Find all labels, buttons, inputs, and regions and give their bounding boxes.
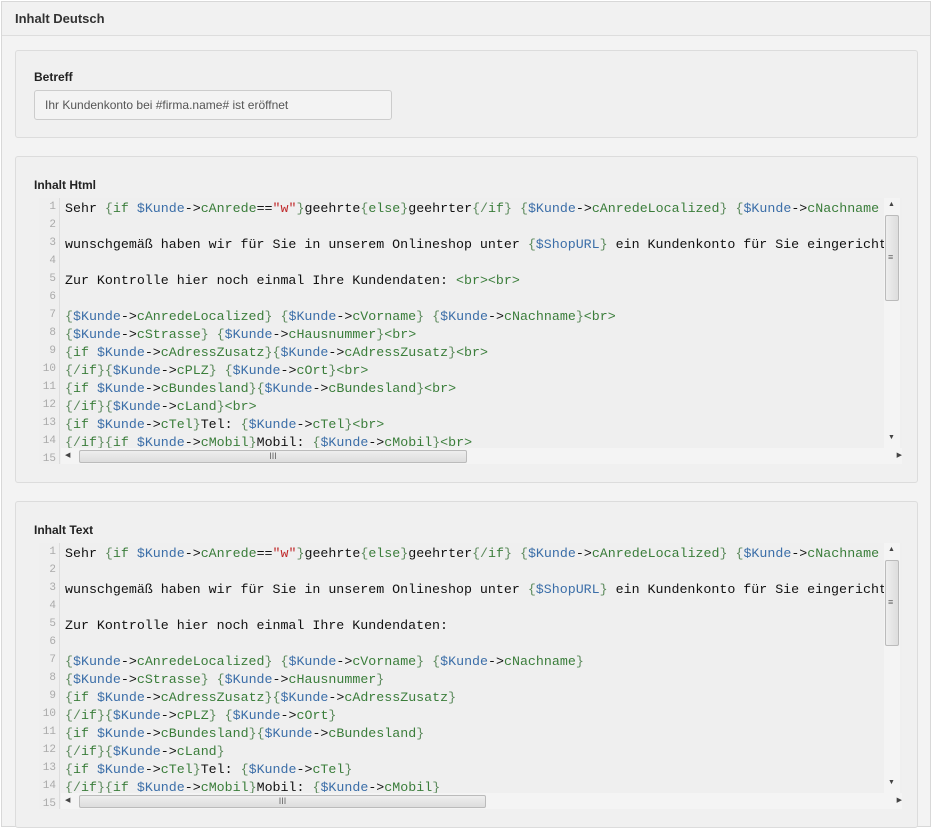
html-content-panel: Inhalt Html 123456789101112131415 Sehr {… (15, 156, 918, 483)
line-number: 7 (39, 651, 59, 669)
code-line: wunschgemäß haben wir für Sie in unserem… (65, 236, 884, 254)
text-content-label: Inhalt Text (34, 523, 93, 537)
code-line (65, 635, 884, 653)
line-number: 4 (39, 597, 59, 615)
line-number: 12 (39, 741, 59, 759)
vertical-scrollbar[interactable]: ▲ ≡ ▼ (884, 198, 900, 448)
vertical-scroll-thumb[interactable]: ≡ (885, 215, 899, 301)
line-number: 5 (39, 270, 59, 288)
line-number: 12 (39, 396, 59, 414)
line-number: 1 (39, 198, 59, 216)
line-number: 6 (39, 288, 59, 306)
code-line: Zur Kontrolle hier noch einmal Ihre Kund… (65, 272, 884, 290)
code-line: {/if}{$Kunde->cLand} (65, 743, 884, 761)
line-number: 14 (39, 432, 59, 450)
line-number: 5 (39, 615, 59, 633)
section-title: Inhalt Deutsch (2, 2, 930, 36)
line-number: 2 (39, 561, 59, 579)
line-number: 8 (39, 324, 59, 342)
grip-icon: III (279, 796, 287, 806)
grip-icon: ≡ (888, 252, 893, 262)
code-line: Sehr {if $Kunde->cAnrede=="w"}geehrte{el… (65, 545, 884, 563)
horizontal-scrollbar[interactable]: ◀ III ▶ (61, 793, 902, 809)
code-line: {if $Kunde->cBundesland}{$Kunde->cBundes… (65, 380, 884, 398)
code-line: {$Kunde->cAnredeLocalized} {$Kunde->cVor… (65, 653, 884, 671)
code-line: {if $Kunde->cAdressZusatz}{$Kunde->cAdre… (65, 344, 884, 362)
code-line: {/if}{$Kunde->cPLZ} {$Kunde->cOrt}<br> (65, 362, 884, 380)
code-line (65, 290, 884, 308)
code-line (65, 599, 884, 617)
text-content-panel: Inhalt Text 123456789101112131415 Sehr {… (15, 501, 918, 828)
code-line: {if $Kunde->cBundesland}{$Kunde->cBundes… (65, 725, 884, 743)
html-code-editor[interactable]: 123456789101112131415 Sehr {if $Kunde->c… (39, 198, 902, 464)
subject-input[interactable]: Ihr Kundenkonto bei #firma.name# ist erö… (34, 90, 392, 120)
code-line: {/if}{$Kunde->cPLZ} {$Kunde->cOrt} (65, 707, 884, 725)
code-line (65, 563, 884, 581)
line-number: 6 (39, 633, 59, 651)
vertical-scrollbar[interactable]: ▲ ≡ ▼ (884, 543, 900, 793)
scroll-right-icon[interactable]: ▶ (897, 796, 902, 804)
subject-label: Betreff (34, 70, 73, 84)
grip-icon: III (269, 451, 277, 461)
line-number: 3 (39, 234, 59, 252)
subject-panel: Betreff Ihr Kundenkonto bei #firma.name#… (15, 50, 918, 138)
text-code-editor[interactable]: 123456789101112131415 Sehr {if $Kunde->c… (39, 543, 902, 809)
line-number: 3 (39, 579, 59, 597)
horizontal-scrollbar[interactable]: ◀ III ▶ (61, 448, 902, 464)
code-line: {if $Kunde->cAdressZusatz}{$Kunde->cAdre… (65, 689, 884, 707)
line-number: 1 (39, 543, 59, 561)
line-number: 13 (39, 414, 59, 432)
line-number: 15 (39, 450, 59, 464)
scroll-down-icon[interactable]: ▼ (888, 779, 895, 786)
scroll-down-icon[interactable]: ▼ (888, 434, 895, 441)
scroll-up-icon[interactable]: ▲ (888, 546, 895, 553)
line-number-gutter: 123456789101112131415 (39, 198, 60, 464)
code-area[interactable]: Sehr {if $Kunde->cAnrede=="w"}geehrte{el… (65, 200, 884, 460)
line-number: 10 (39, 705, 59, 723)
horizontal-scroll-thumb[interactable]: III (79, 450, 467, 463)
scroll-right-icon[interactable]: ▶ (897, 451, 902, 459)
line-number: 13 (39, 759, 59, 777)
code-line: {$Kunde->cStrasse} {$Kunde->cHausnummer}… (65, 326, 884, 344)
line-number: 11 (39, 723, 59, 741)
line-number: 4 (39, 252, 59, 270)
code-line: wunschgemäß haben wir für Sie in unserem… (65, 581, 884, 599)
code-line: {$Kunde->cStrasse} {$Kunde->cHausnummer} (65, 671, 884, 689)
scroll-up-icon[interactable]: ▲ (888, 201, 895, 208)
horizontal-scroll-thumb[interactable]: III (79, 795, 486, 808)
html-content-label: Inhalt Html (34, 178, 96, 192)
code-line: {if $Kunde->cTel}Tel: {$Kunde->cTel}<br> (65, 416, 884, 434)
code-line: Zur Kontrolle hier noch einmal Ihre Kund… (65, 617, 884, 635)
line-number: 8 (39, 669, 59, 687)
line-number: 11 (39, 378, 59, 396)
scroll-left-icon[interactable]: ◀ (65, 796, 70, 804)
code-line (65, 254, 884, 272)
line-number-gutter: 123456789101112131415 (39, 543, 60, 809)
scroll-left-icon[interactable]: ◀ (65, 451, 70, 459)
content-german-section: Inhalt Deutsch Betreff Ihr Kundenkonto b… (1, 1, 931, 827)
vertical-scroll-thumb[interactable]: ≡ (885, 560, 899, 646)
code-line: {$Kunde->cAnredeLocalized} {$Kunde->cVor… (65, 308, 884, 326)
line-number: 9 (39, 342, 59, 360)
code-line: {if $Kunde->cTel}Tel: {$Kunde->cTel} (65, 761, 884, 779)
code-line: {/if}{$Kunde->cLand}<br> (65, 398, 884, 416)
grip-icon: ≡ (888, 597, 893, 607)
line-number: 10 (39, 360, 59, 378)
line-number: 7 (39, 306, 59, 324)
code-line (65, 218, 884, 236)
code-line: Sehr {if $Kunde->cAnrede=="w"}geehrte{el… (65, 200, 884, 218)
code-area[interactable]: Sehr {if $Kunde->cAnrede=="w"}geehrte{el… (65, 545, 884, 805)
line-number: 2 (39, 216, 59, 234)
line-number: 14 (39, 777, 59, 795)
line-number: 15 (39, 795, 59, 809)
line-number: 9 (39, 687, 59, 705)
